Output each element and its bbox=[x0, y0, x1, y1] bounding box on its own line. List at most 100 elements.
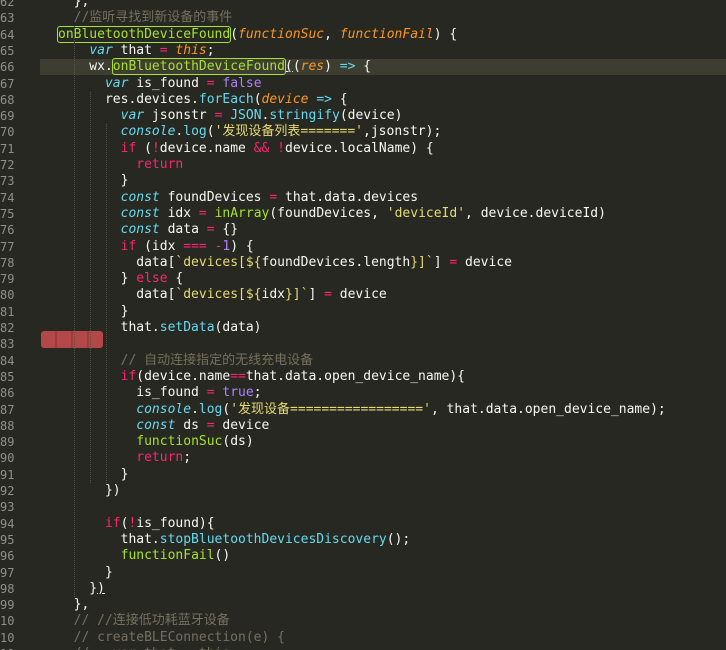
code-line[interactable]: 75 const idx = inArray(foundDevices, 'de… bbox=[0, 206, 726, 222]
code-line[interactable]: 70 console.log('发现设备列表=======',jsonstr); bbox=[0, 124, 726, 140]
code-line[interactable]: 94 if(!is_found){ bbox=[0, 516, 726, 532]
code-line[interactable]: 74 const foundDevices = that.data.device… bbox=[0, 190, 726, 206]
code-line[interactable]: 78 data[`devices[${foundDevices.length}]… bbox=[0, 255, 726, 271]
code-text[interactable]: var that = this; bbox=[58, 42, 214, 59]
code-text[interactable]: var jsonstr = JSON.stringify(device) bbox=[58, 108, 403, 124]
code-line[interactable]: 80 data[`devices[${idx}]`] = device bbox=[0, 287, 726, 303]
code-line[interactable]: 73 } bbox=[0, 173, 726, 189]
code-token: const bbox=[136, 417, 176, 433]
code-text[interactable]: // //连接低功耗蓝牙设备 bbox=[58, 613, 230, 629]
code-text[interactable]: console.log('发现设备列表=======',jsonstr); bbox=[58, 124, 442, 140]
code-line[interactable]: 68 res.devices.forEach(device => { bbox=[0, 92, 726, 108]
code-text[interactable]: return; bbox=[58, 450, 191, 466]
code-text[interactable]: return bbox=[58, 157, 183, 173]
code-line[interactable]: 102 // var that = this; bbox=[0, 646, 726, 650]
code-line[interactable]: 83 bbox=[0, 336, 726, 352]
code-text[interactable]: that.setData(data) bbox=[58, 320, 262, 336]
line-number: 70 bbox=[0, 125, 14, 140]
code-line[interactable]: 85 if(device.name==that.data.open_device… bbox=[0, 369, 726, 385]
code-token: ( bbox=[136, 140, 152, 156]
code-text[interactable]: // createBLEConnection(e) { bbox=[58, 630, 285, 646]
code-text[interactable]: //监听寻找到新设备的事件 bbox=[58, 10, 233, 26]
code-line[interactable]: 86 is_found = true; bbox=[0, 385, 726, 401]
code-text[interactable]: is_found = true; bbox=[58, 385, 261, 401]
code-line[interactable]: 97 } bbox=[0, 565, 726, 581]
code-line[interactable]: 98 }) bbox=[0, 581, 726, 597]
code-text[interactable]: if(device.name==that.data.open_device_na… bbox=[58, 369, 465, 385]
code-text[interactable]: wx.onBluetoothDeviceFound((res) => { bbox=[58, 58, 371, 76]
line-number: 98 bbox=[0, 581, 14, 596]
code-line[interactable]: 71 if (!device.name && !device.localName… bbox=[0, 141, 726, 157]
code-line[interactable]: 72 return bbox=[0, 157, 726, 173]
code-token: ) bbox=[324, 59, 340, 75]
code-text[interactable]: if (!device.name && !device.localName) { bbox=[58, 141, 434, 157]
code-line[interactable]: 90 return; bbox=[0, 450, 726, 466]
code-text[interactable]: } bbox=[58, 304, 129, 320]
code-line[interactable]: 63 //监听寻找到新设备的事件 bbox=[0, 10, 726, 26]
code-text[interactable]: that.stopBluetoothDevicesDiscovery(); bbox=[58, 532, 411, 548]
code-text[interactable]: if (idx === -1) { bbox=[58, 239, 254, 255]
code-line[interactable]: 66 wx.onBluetoothDeviceFound((res) => { bbox=[0, 58, 726, 76]
code-text[interactable]: console.log('发现设备=================', tha… bbox=[58, 401, 666, 418]
code-line[interactable]: 69 var jsonstr = JSON.stringify(device) bbox=[0, 108, 726, 124]
code-token: that bbox=[112, 42, 160, 58]
code-text[interactable]: if(!is_found){ bbox=[58, 516, 215, 532]
code-line[interactable]: 92 }) bbox=[0, 483, 726, 499]
code-text[interactable]: } else { bbox=[58, 271, 184, 287]
line-number: 84 bbox=[0, 353, 14, 368]
code-token: device bbox=[261, 91, 309, 107]
code-line[interactable]: 88 const ds = device bbox=[0, 418, 726, 434]
code-line[interactable]: 95 that.stopBluetoothDevicesDiscovery(); bbox=[0, 532, 726, 548]
code-text[interactable]: const data = {} bbox=[58, 222, 238, 238]
code-text[interactable]: functionFail() bbox=[58, 548, 231, 564]
code-line[interactable]: 77 if (idx === -1) { bbox=[0, 239, 726, 255]
line-number: 96 bbox=[0, 549, 14, 564]
code-line[interactable]: 62 }, bbox=[0, 0, 726, 10]
code-line[interactable]: 100 // //连接低功耗蓝牙设备 bbox=[0, 613, 726, 629]
code-text[interactable]: }, bbox=[58, 597, 90, 613]
code-line[interactable]: 99 }, bbox=[0, 597, 726, 613]
code-line[interactable]: 79 } else { bbox=[0, 271, 726, 287]
code-text[interactable]: } bbox=[58, 173, 129, 189]
code-line[interactable]: 89 functionSuc(ds) bbox=[0, 434, 726, 450]
code-text[interactable]: const foundDevices = that.data.devices bbox=[58, 190, 418, 206]
code-line[interactable]: 87 console.log('发现设备=================', … bbox=[0, 402, 726, 418]
code-line[interactable]: 91 } bbox=[0, 467, 726, 483]
code-line[interactable]: 84 // 自动连接指定的无线充电设备 bbox=[0, 353, 726, 369]
code-line[interactable]: 96 functionFail() bbox=[0, 548, 726, 564]
code-line[interactable]: 82 that.setData(data) bbox=[0, 320, 726, 336]
code-line[interactable]: 67 var is_found = false bbox=[0, 76, 726, 92]
code-text[interactable]: const idx = inArray(foundDevices, 'devic… bbox=[58, 206, 606, 222]
code-line[interactable]: 81 } bbox=[0, 304, 726, 320]
code-token: , that.data.open_device_name); bbox=[430, 401, 666, 417]
code-token: //监听寻找到新设备的事件 bbox=[58, 10, 233, 26]
line-number: 74 bbox=[0, 190, 14, 205]
code-line[interactable]: 101 // createBLEConnection(e) { bbox=[0, 630, 726, 646]
code-text[interactable]: } bbox=[58, 565, 113, 581]
code-text[interactable]: // 自动连接指定的无线充电设备 bbox=[58, 353, 313, 369]
code-line[interactable]: 64 onBluetoothDeviceFound(functionSuc, fu… bbox=[0, 25, 726, 43]
code-token: if bbox=[120, 368, 137, 384]
code-token: // 自动连接指定的无线充电设备 bbox=[120, 352, 314, 368]
code-text[interactable]: functionSuc(ds) bbox=[58, 434, 253, 450]
code-token: `devices[${ bbox=[175, 287, 262, 303]
code-text[interactable]: }) bbox=[58, 581, 105, 597]
code-text[interactable]: onBluetoothDeviceFound(functionSuc, func… bbox=[56, 25, 457, 43]
code-text[interactable]: // var that = this; bbox=[58, 646, 238, 650]
code-text[interactable]: res.devices.forEach(device => { bbox=[58, 92, 348, 108]
code-line[interactable]: 65 var that = this; bbox=[0, 43, 726, 59]
code-editor[interactable]: 62 }, 63 //监听寻找到新设备的事件 64 onBluetoothDevice… bbox=[0, 0, 726, 650]
code-text[interactable]: data[`devices[${foundDevices.length}]`] … bbox=[58, 255, 512, 271]
code-text[interactable]: } bbox=[58, 467, 129, 483]
code-text[interactable]: }, bbox=[58, 0, 90, 10]
code-line[interactable]: 93 bbox=[0, 499, 726, 515]
line-number: 86 bbox=[0, 386, 14, 401]
code-text[interactable]: var is_found = false bbox=[58, 76, 262, 92]
code-line[interactable]: 76 const data = {} bbox=[0, 222, 726, 238]
code-text[interactable]: }) bbox=[58, 483, 121, 499]
code-token: '发现设备列表=======' bbox=[214, 124, 364, 140]
